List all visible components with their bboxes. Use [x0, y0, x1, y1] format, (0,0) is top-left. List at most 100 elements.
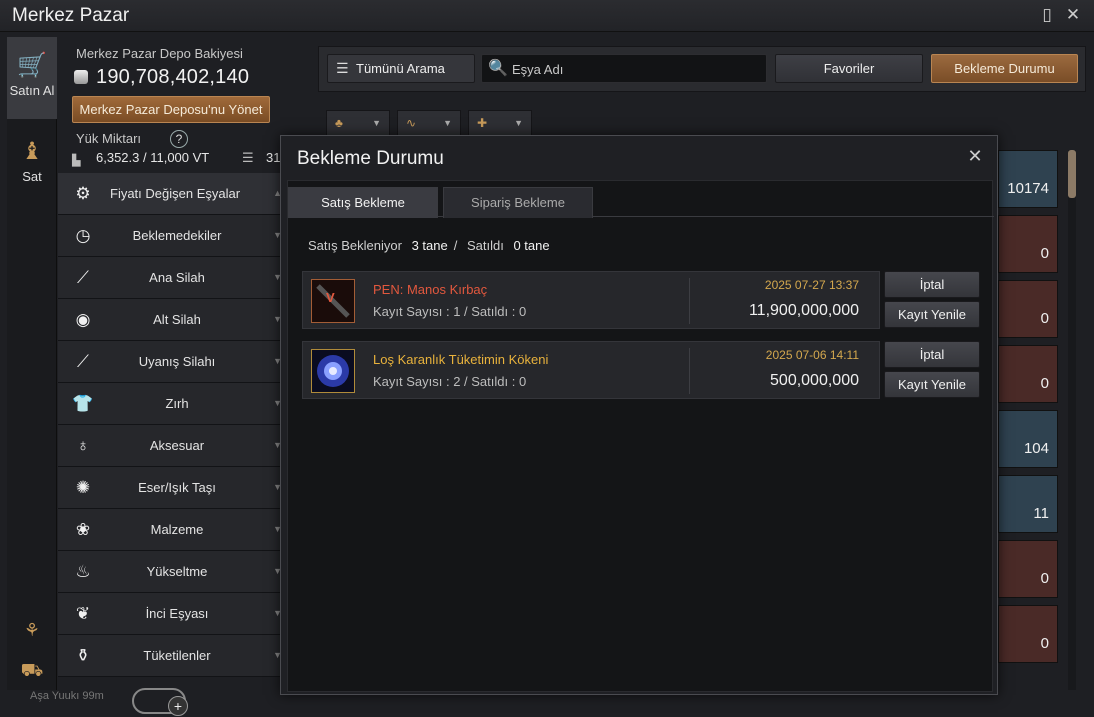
count-cell[interactable]: 11: [998, 475, 1058, 533]
category-label: Malzeme: [150, 522, 204, 537]
count-cell[interactable]: 0: [998, 345, 1058, 403]
close-icon[interactable]: ✕: [1062, 4, 1084, 26]
manage-storage-button[interactable]: Merkez Pazar Deposu'nu Yönet: [72, 96, 270, 123]
summary-sold-label: Satıldı: [466, 238, 504, 253]
divider: [689, 278, 690, 324]
item-name-input[interactable]: [512, 59, 762, 79]
filter-enhance[interactable]: ✚ ▼: [468, 110, 532, 136]
nav-buy[interactable]: 🛒 Satın Al: [7, 37, 57, 119]
scrollbar[interactable]: [1068, 150, 1076, 690]
count-cell[interactable]: 0: [998, 540, 1058, 598]
backpack-icon[interactable]: ⛟: [19, 657, 45, 683]
category-label: Tüketilenler: [143, 648, 211, 663]
mobile-icon[interactable]: ▯: [1036, 4, 1058, 26]
tab-orders-waiting[interactable]: Sipariş Bekleme: [443, 187, 593, 218]
silver-icon: [74, 70, 88, 84]
close-icon[interactable]: ✕: [965, 146, 985, 166]
category-label: Eser/Işık Taşı: [138, 480, 216, 495]
weight-label: Yük Miktarı: [76, 131, 142, 146]
balance-label: Merkez Pazar Depo Bakiyesi: [76, 46, 243, 61]
background-item-counts: 10174 0 0 0 104 11 0 0: [998, 150, 1058, 690]
flame-icon: ♨: [75, 562, 91, 581]
category-item[interactable]: ❦ İnci Eşyası ▼: [58, 593, 286, 635]
waiting-status-button[interactable]: Bekleme Durumu: [931, 54, 1078, 83]
category-item[interactable]: 👕 Zırh ▼: [58, 383, 286, 425]
category-list: ⚙ Fiyatı Değişen Eşyalar ▲ ◷ Beklemedekiler ▼…: [58, 173, 286, 693]
summary-separator: /: [453, 238, 458, 253]
gear-icon: ⚙: [75, 184, 91, 203]
scroll-thumb[interactable]: [1068, 150, 1076, 198]
category-label: Zırh: [165, 396, 189, 411]
listing-date: 2025 07-06 14:11: [765, 348, 859, 362]
waiting-status-dialog: Bekleme Durumu ✕ Satış Bekleme Sipariş B…: [280, 135, 998, 695]
category-item[interactable]: ♁ Aksesuar ▼: [58, 425, 286, 467]
slots-value: 31: [266, 150, 281, 165]
divider: [689, 348, 690, 394]
summary-line: Satış Bekleniyor 3 tane / Satıldı 0 tane: [308, 238, 556, 253]
summary-label: Satış Bekleniyor: [308, 238, 402, 253]
cancel-button[interactable]: İptal: [884, 271, 980, 298]
listing-date: 2025 07-27 13:37: [764, 278, 859, 292]
bag-icon: ♣: [335, 116, 343, 130]
listing-row[interactable]: V PEN: Manos Kırbaç Kayıt Sayısı : 1 / Sat…: [302, 271, 880, 329]
category-label: Alt Silah: [153, 312, 201, 327]
orb-icon: [311, 349, 355, 393]
chevron-down-icon: ▼: [514, 118, 523, 128]
search-icon: 🔍: [488, 60, 508, 77]
category-label: Ana Silah: [149, 270, 205, 285]
chevron-down-icon: ▼: [443, 118, 452, 128]
help-icon[interactable]: ?: [170, 130, 188, 148]
renew-listing-button[interactable]: Kayıt Yenile: [884, 371, 980, 398]
category-item[interactable]: ⚱ Tüketilenler ▼: [58, 635, 286, 677]
left-nav: 🛒 Satın Al ♝ Sat ⚘ ⛟: [7, 37, 57, 690]
count-cell[interactable]: 104: [998, 410, 1058, 468]
listing-price: 500,000,000: [770, 372, 859, 389]
renew-listing-button[interactable]: Kayıt Yenile: [884, 301, 980, 328]
category-item[interactable]: ⟋ Uyanış Silahı ▼: [58, 341, 286, 383]
filter-category[interactable]: ♣ ▼: [326, 110, 390, 136]
clock-icon: ◷: [75, 226, 91, 245]
cancel-button[interactable]: İptal: [884, 341, 980, 368]
count-cell[interactable]: 10174: [998, 150, 1058, 208]
tree-icon[interactable]: ⚘: [19, 617, 45, 643]
cart-icon: 🛒: [17, 52, 47, 79]
count-cell[interactable]: 0: [998, 215, 1058, 273]
nav-sell[interactable]: ♝ Sat: [7, 123, 57, 205]
central-market-window: Merkez Pazar ▯ ✕ 🛒 Satın Al ♝ Sat ⚘ ⛟ Me…: [0, 0, 1094, 717]
whip-icon: V: [311, 279, 355, 323]
item-meta: Kayıt Sayısı : 2 / Satıldı : 0: [373, 374, 527, 389]
dialog-title: Bekleme Durumu: [297, 148, 444, 169]
sword-icon: ⟋: [77, 268, 89, 287]
category-item[interactable]: ✺ Eser/Işık Taşı ▼: [58, 467, 286, 509]
category-item[interactable]: ◷ Beklemedekiler ▼: [58, 215, 286, 257]
list-icon: ☰: [336, 60, 349, 76]
awakening-icon: ⟋: [77, 352, 89, 371]
count-cell[interactable]: 0: [998, 605, 1058, 663]
category-item[interactable]: ♨ Yükseltme ▼: [58, 551, 286, 593]
bottom-text-fragment: Aşa Yuukı 99m: [30, 690, 104, 702]
category-item[interactable]: ⚙ Fiyatı Değişen Eşyalar ▲: [58, 173, 286, 215]
nav-sell-label: Sat: [22, 169, 42, 184]
slots-icon: ☰: [242, 150, 254, 165]
summary-count: 3 tane: [411, 238, 448, 253]
category-label: Aksesuar: [149, 438, 205, 453]
category-item[interactable]: ◉ Alt Silah ▼: [58, 299, 286, 341]
filter-trend[interactable]: ∿ ▼: [397, 110, 461, 136]
search-all-button[interactable]: ☰ Tümünü Arama: [327, 54, 475, 83]
tab-sales-waiting[interactable]: Satış Bekleme: [288, 187, 438, 218]
tab-bar: Satış Bekleme Sipariş Bekleme: [288, 187, 994, 218]
dialog-body: Satış Bekleme Sipariş Bekleme Satış Bekl…: [287, 180, 994, 692]
search-toolbar: ☰ Tümünü Arama 🔍 Favoriler Bekleme Durum…: [318, 46, 1086, 92]
search-box: 🔍: [481, 54, 767, 83]
category-item[interactable]: ⟋ Ana Silah ▼: [58, 257, 286, 299]
zoom-plus-button[interactable]: +: [168, 696, 188, 716]
summary-sold: 0 tane: [513, 238, 550, 253]
weight-icon: ▙: [72, 155, 81, 167]
category-item[interactable]: ❀ Malzeme ▼: [58, 509, 286, 551]
potion-icon: ⚱: [75, 646, 91, 665]
category-label: Fiyatı Değişen Eşyalar: [110, 186, 241, 201]
plus-icon: ✚: [477, 116, 488, 130]
count-cell[interactable]: 0: [998, 280, 1058, 338]
listing-row[interactable]: Loş Karanlık Tüketimin Kökeni Kayıt Sayıs…: [302, 341, 880, 399]
favorites-button[interactable]: Favoriler: [775, 54, 923, 83]
